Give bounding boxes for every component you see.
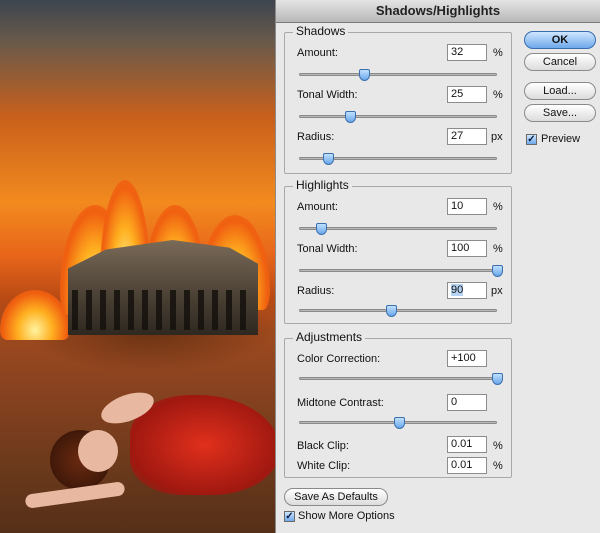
shadows-tonal-width-label: Tonal Width: — [297, 89, 358, 101]
colosseum-arches — [72, 290, 254, 330]
slider-thumb-icon[interactable] — [492, 265, 503, 277]
slider-thumb-icon[interactable] — [323, 153, 335, 165]
highlights-radius-unit: px — [491, 285, 503, 297]
slider-thumb-icon[interactable] — [394, 417, 405, 429]
highlights-radius-field[interactable]: 90 — [447, 282, 487, 299]
highlights-tonal-width-label: Tonal Width: — [297, 243, 358, 255]
shadows-highlights-dialog: Shadows/Highlights Shadows Amount: 32 % … — [275, 0, 600, 533]
adjustments-group: Adjustments Color Correction: +100 Midto… — [284, 330, 512, 478]
shadows-radius-slider[interactable] — [299, 153, 497, 165]
shadows-tonal-width-unit: % — [493, 89, 503, 101]
shadows-radius-unit: px — [491, 131, 503, 143]
midtone-contrast-slider[interactable] — [299, 417, 497, 429]
woman-dress — [130, 395, 278, 495]
show-more-options-checkbox[interactable]: ✓ — [284, 511, 295, 522]
highlights-tonal-width-slider[interactable] — [299, 265, 503, 277]
black-clip-unit: % — [493, 440, 503, 452]
preview-label: Preview — [541, 133, 581, 145]
highlights-radius-slider[interactable] — [299, 305, 497, 317]
load-button[interactable]: Load... — [524, 82, 596, 100]
checkmark-icon: ✓ — [285, 511, 294, 522]
shadows-tonal-width-field[interactable]: 25 — [447, 86, 487, 103]
highlights-amount-label: Amount: — [297, 201, 338, 213]
highlights-amount-slider[interactable] — [299, 223, 497, 235]
highlights-tonal-width-field[interactable]: 100 — [447, 240, 487, 257]
white-clip-unit: % — [493, 460, 503, 472]
ok-button[interactable]: OK — [524, 31, 596, 49]
highlights-group: Highlights Amount: 10 % Tonal Width: 100… — [284, 178, 512, 324]
checkmark-icon: ✓ — [527, 134, 536, 145]
color-correction-field[interactable]: +100 — [447, 350, 487, 367]
black-clip-field[interactable]: 0.01 — [447, 436, 487, 453]
slider-thumb-icon[interactable] — [386, 305, 398, 317]
black-clip-label: Black Clip: — [297, 440, 349, 452]
midtone-contrast-field[interactable]: 0 — [447, 394, 487, 411]
white-clip-field[interactable]: 0.01 — [447, 457, 487, 474]
show-more-options-label: Show More Options — [298, 510, 395, 522]
document-image — [0, 0, 278, 533]
cancel-button[interactable]: Cancel — [524, 53, 596, 71]
woman-face — [78, 430, 118, 472]
shadows-title: Shadows — [293, 24, 349, 38]
save-as-defaults-button[interactable]: Save As Defaults — [284, 488, 388, 506]
color-correction-slider[interactable] — [299, 373, 503, 385]
shadows-radius-label: Radius: — [297, 131, 335, 143]
highlights-amount-unit: % — [493, 201, 503, 213]
slider-thumb-icon[interactable] — [345, 111, 356, 123]
highlights-radius-value: 90 — [451, 284, 464, 296]
midtone-contrast-label: Midtone Contrast: — [297, 397, 384, 409]
window-title: Shadows/Highlights — [276, 0, 600, 23]
shadows-amount-slider[interactable] — [299, 69, 497, 81]
save-button[interactable]: Save... — [524, 104, 596, 122]
shadows-amount-unit: % — [493, 47, 503, 59]
highlights-amount-field[interactable]: 10 — [447, 198, 487, 215]
slider-thumb-icon[interactable] — [492, 373, 503, 385]
highlights-radius-label: Radius: — [297, 285, 335, 297]
highlights-tonal-width-unit: % — [493, 243, 503, 255]
shadows-amount-field[interactable]: 32 — [447, 44, 487, 61]
white-clip-label: White Clip: — [297, 460, 351, 472]
adjustments-title: Adjustments — [293, 330, 366, 344]
shadows-radius-field[interactable]: 27 — [447, 128, 487, 145]
shadows-amount-label: Amount: — [297, 47, 338, 59]
shadows-group: Shadows Amount: 32 % Tonal Width: 25 % R… — [284, 24, 512, 174]
slider-thumb-icon[interactable] — [358, 69, 370, 81]
slider-thumb-icon[interactable] — [315, 223, 327, 235]
preview-checkbox[interactable]: ✓ — [526, 134, 537, 145]
shadows-tonal-width-slider[interactable] — [299, 111, 497, 123]
color-correction-label: Color Correction: — [297, 353, 381, 365]
highlights-title: Highlights — [293, 178, 352, 192]
